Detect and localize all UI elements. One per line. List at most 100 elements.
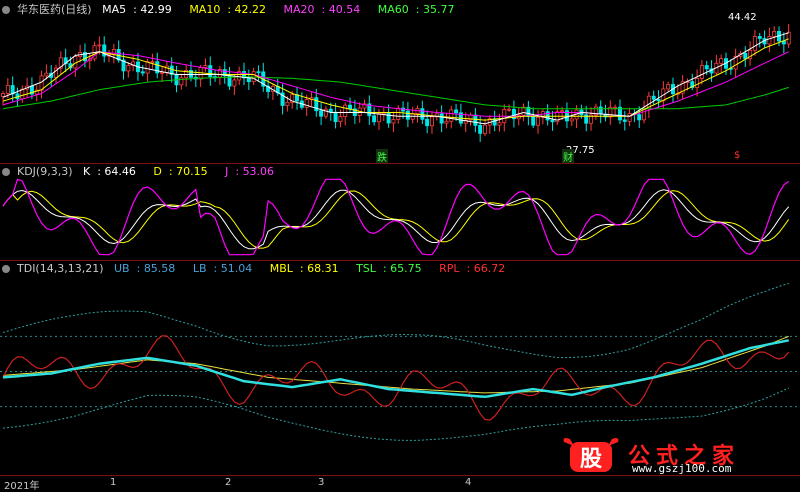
candle-body [752,36,757,51]
panel-toggle-icon[interactable] [2,6,10,14]
ma20-label: MA20: 40.54 [283,3,361,16]
candle-body [772,30,777,37]
candle-body [164,65,169,73]
x-label-month-3: 3 [318,477,325,488]
d-line [2,190,790,249]
kdj-title: KDJ(9,3,3) [17,165,73,178]
emblem-glyph: 股 [580,447,602,472]
candle-body [391,119,396,124]
candle-body [150,61,155,64]
candle-body [160,72,165,74]
event-badge-dollar[interactable]: $ [734,150,740,161]
ub-band-line [2,282,789,358]
candle-body [396,107,401,120]
candle-body [613,106,618,109]
candle-body [319,110,324,117]
ma5-label: MA5: 42.99 [102,3,172,16]
candle-body [651,95,656,100]
x-label-year: 2021年 [4,481,40,492]
candle-body [482,124,487,134]
candle-body [338,116,343,123]
candle-body [44,72,49,77]
rpl-line [2,335,790,421]
candle-body [497,122,502,126]
candle-body [444,120,449,124]
candle-body [304,99,309,108]
price-panel: 华东医药(日线) MA5: 42.99 MA10: 42.22 MA20: 40… [0,0,800,164]
watermark-logo: 股 公式之家 www.gszj100.com [560,436,795,475]
kdj-header: KDJ(9,3,3) K: 64.46 D: 70.15 J: 53.06 [2,165,288,178]
candle-body [97,44,102,47]
chart-title: 华东医药(日线) [17,3,92,16]
mbl-line [2,335,789,394]
date-axis: 2021年 1 2 3 4 [0,475,800,492]
tsl-label: TSL: 65.75 [356,262,422,275]
candle-body [536,117,541,126]
candle-body [550,119,555,123]
bull-emblem-icon: 股 [563,438,619,472]
candle-body [140,71,145,74]
ma10-label: MA10: 42.22 [189,3,267,16]
x-label-month-1: 1 [110,477,117,488]
candle-body [598,106,603,115]
tdi-title: TDI(14,3,13,21) [17,262,104,275]
panel-toggle-icon[interactable] [2,265,10,273]
candle-body [439,113,444,124]
tdi-header: TDI(14,3,13,21) UB: 85.58 LB: 51.04 MBL:… [2,262,519,275]
candle-body [179,77,184,86]
j-label: J: 53.06 [225,165,275,178]
kdj-chart [2,178,790,256]
candle-body [704,65,709,70]
candle-body [145,61,150,74]
ma20-line [2,51,789,117]
candle-body [560,110,565,113]
candle-body [719,58,724,64]
mbl-label: MBL: 68.31 [269,262,339,275]
lb-label: LB: 51.04 [192,262,253,275]
candle-body [429,116,434,127]
event-badge-cai[interactable]: 财 [562,149,574,164]
candle-body [767,36,772,45]
candle-body [5,85,10,94]
candle-body [348,104,353,110]
d-label: D: 70.15 [153,165,208,178]
candle-body [786,31,791,45]
tsl-line [2,339,789,399]
price-header: 华东医药(日线) MA5: 42.99 MA10: 42.22 MA20: 40… [2,1,468,17]
ma5-line [2,32,789,125]
candle-body [656,98,661,102]
candle-body [637,114,642,121]
x-label-month-4: 4 [465,477,472,488]
rpl-label: RPL: 66.72 [439,262,506,275]
candle-body [545,111,550,121]
candle-body [699,65,704,79]
event-badge-die[interactable]: 跌 [376,149,388,164]
candle-body [666,84,671,90]
ub-label: UB: 85.58 [114,262,176,275]
price-chart [0,23,791,142]
brand-url: www.gszj100.com [632,462,732,475]
candle-body [420,108,425,120]
candle-body [531,115,536,126]
candle-body [642,108,647,121]
candle-body [256,71,261,74]
candle-body [376,113,381,123]
candle-body [507,108,512,111]
candle-body [454,109,459,114]
candle-body [126,65,131,72]
candle-body [743,52,748,60]
candle-body [569,118,574,122]
j-line [2,178,790,256]
ma60-line [2,76,789,110]
candle-body [333,111,338,123]
candle-body [478,124,483,134]
panel-toggle-icon[interactable] [2,168,10,176]
kdj-panel: KDJ(9,3,3) K: 64.46 D: 70.15 J: 53.06 [0,163,800,261]
candle-body [343,104,348,117]
k-label: K: 64.46 [83,165,136,178]
candle-body [627,113,632,122]
candle-body [425,118,430,127]
candle-body [203,65,208,68]
high-price-label: 44.42 [728,12,757,23]
candle-body [405,110,410,120]
